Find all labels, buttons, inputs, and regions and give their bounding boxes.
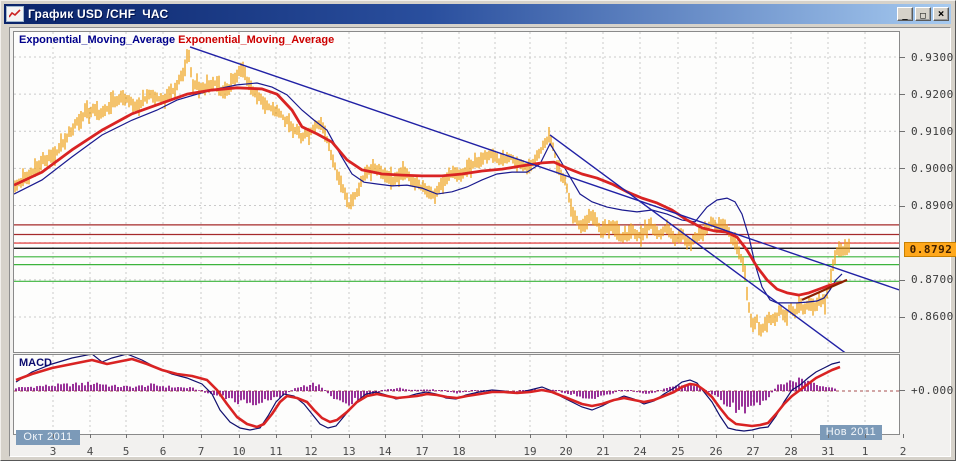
down-trendline-long[interactable]: [189, 46, 899, 291]
ema-navy-label: Exponential_Moving_Average: [19, 34, 176, 46]
date-tick: [53, 434, 54, 438]
date-axis-label: 17: [415, 445, 429, 458]
date-tick: [791, 434, 792, 438]
date-tick: [566, 434, 567, 438]
price-chart-panel[interactable]: Exponential_Moving_Average Exponential_M…: [13, 31, 900, 353]
date-axis-label: 6: [159, 445, 167, 458]
date-tick: [865, 434, 866, 438]
date-axis-label: 20: [559, 445, 573, 458]
ema-red-line[interactable]: [14, 86, 843, 297]
price-tick: [899, 131, 905, 133]
price-axis-label: 0.8600: [911, 310, 954, 324]
date-tick: [276, 434, 277, 438]
indicator-labels: Exponential_Moving_Average Exponential_M…: [19, 34, 334, 46]
date-tick: [716, 434, 717, 438]
date-axis-label: 5: [122, 445, 130, 458]
title-bar[interactable]: График USD /CHF ЧАС _ □ ×: [4, 4, 951, 24]
date-tick: [640, 434, 641, 438]
date-axis-label: 11: [269, 445, 283, 458]
price-tick: [899, 168, 905, 170]
date-axis-label: 7: [197, 445, 205, 458]
date-axis-label: 18: [452, 445, 466, 458]
price-axis-label: 0.9000: [911, 161, 954, 175]
ema-navy-line[interactable]: [14, 82, 843, 304]
date-axis-label: 19: [523, 445, 537, 458]
price-axis-label: 0.8700: [911, 273, 954, 287]
date-axis-label: 14: [378, 445, 392, 458]
price-tick: [899, 94, 905, 96]
price-tick: [899, 57, 905, 58]
chart-client-area: Exponential_Moving_Average Exponential_M…: [9, 27, 956, 458]
date-tick: [126, 434, 127, 438]
date-axis-label: 24: [633, 445, 647, 458]
month-badge-end: Нов 2011: [820, 425, 882, 440]
macd-zero-tick: [899, 390, 905, 391]
date-tick: [239, 434, 240, 438]
month-badge-start: Окт 2011: [16, 430, 80, 445]
date-axis-label: 26: [709, 445, 723, 458]
date-tick: [828, 434, 829, 438]
date-tick: [753, 434, 754, 438]
close-button[interactable]: ×: [933, 7, 949, 21]
date-axis-label: 25: [671, 445, 685, 458]
date-tick: [678, 434, 679, 438]
date-tick: [311, 434, 312, 438]
price-tick: [899, 279, 905, 281]
date-axis-label: 28: [784, 445, 798, 458]
date-tick: [459, 434, 460, 438]
date-axis-label: 2: [899, 445, 907, 458]
window-title: График USD /CHF ЧАС: [28, 7, 169, 21]
maximize-button[interactable]: □: [915, 7, 931, 21]
date-tick: [349, 434, 350, 438]
date-tick: [422, 434, 423, 438]
ema-red-label: Exponential_Moving_Average: [175, 34, 335, 46]
macd-panel[interactable]: MACD: [13, 354, 900, 435]
date-axis-label: 10: [232, 445, 246, 458]
chart-window: График USD /CHF ЧАС _ □ × Exponential_Movi…: [0, 0, 956, 461]
close-icon: ×: [937, 7, 945, 20]
date-tick: [495, 434, 496, 438]
date-tick: [903, 434, 904, 438]
macd-zero-label: +0.000: [911, 384, 954, 397]
current-price-box: 0.8792: [904, 242, 956, 257]
date-tick: [603, 434, 604, 438]
date-axis-label: 27: [746, 445, 760, 458]
maximize-icon: □: [920, 11, 926, 21]
date-tick: [385, 434, 386, 438]
price-axis-label: 0.9300: [911, 50, 954, 64]
date-axis-label: 3: [49, 445, 57, 458]
date-axis-label: 1: [861, 445, 869, 458]
price-axis-label: 0.8900: [911, 199, 954, 213]
price-chart-canvas[interactable]: [14, 32, 899, 352]
price-tick: [899, 205, 905, 207]
date-tick: [163, 434, 164, 438]
price-axis-label: 0.9100: [911, 124, 954, 138]
price-axis-label: 0.9200: [911, 87, 954, 101]
date-axis-label: 12: [304, 445, 318, 458]
date-tick: [90, 434, 91, 438]
macd-label: MACD: [19, 357, 52, 369]
macd-canvas[interactable]: [14, 355, 899, 434]
minimize-button[interactable]: _: [897, 7, 913, 21]
date-axis-label: 31: [821, 445, 835, 458]
date-tick: [201, 434, 202, 438]
date-tick: [530, 434, 531, 438]
date-axis-label: 4: [86, 445, 94, 458]
date-axis-label: 13: [342, 445, 356, 458]
app-icon: [6, 6, 24, 22]
window-controls: _ □ ×: [897, 7, 949, 21]
price-tick: [899, 316, 905, 318]
date-axis-label: 21: [596, 445, 610, 458]
minimize-icon: _: [902, 11, 908, 21]
candles: [14, 49, 850, 337]
